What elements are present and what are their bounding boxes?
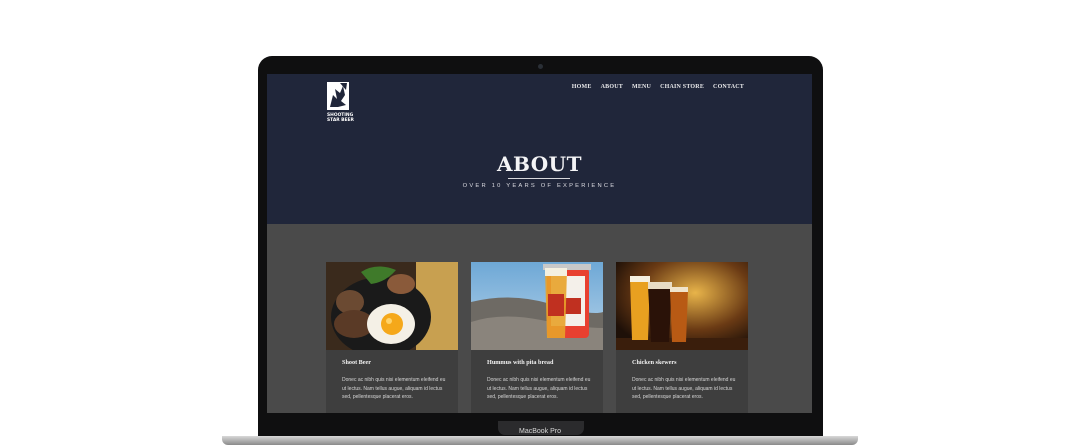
laptop-screen: SHOOTING STAR BEER HOME ABOUT MENU CHAIN… xyxy=(267,74,812,413)
main-nav: HOME ABOUT MENU CHAIN STORE CONTACT xyxy=(572,84,744,90)
laptop-frame: SHOOTING STAR BEER HOME ABOUT MENU CHAIN… xyxy=(258,56,823,436)
card-title: Shoot Beer xyxy=(342,359,372,366)
card-image-beer-can xyxy=(471,262,603,350)
card-title: Chicken skewers xyxy=(632,359,677,366)
device-label: MacBook Pro xyxy=(518,428,562,435)
nav-menu[interactable]: MENU xyxy=(632,84,651,90)
card-hummus-pita[interactable]: Hummus with pita bread Donec ac nibh qui… xyxy=(471,262,603,413)
card-image-beer-glasses xyxy=(616,262,748,350)
card-shoot-beer[interactable]: Shoot Beer Donec ac nibh quis nisi eleme… xyxy=(326,262,458,413)
nav-about[interactable]: ABOUT xyxy=(601,84,623,90)
page-title: ABOUT xyxy=(496,152,583,176)
nav-contact[interactable]: CONTACT xyxy=(713,84,744,90)
card-image-steak-egg xyxy=(326,262,458,350)
card-body: Donec ac nibh quis nisi elementum eleife… xyxy=(487,377,591,400)
card-title: Hummus with pita bread xyxy=(487,359,554,366)
card-chicken-skewers[interactable]: Chicken skewers Donec ac nibh quis nisi … xyxy=(616,262,748,413)
hero-section: SHOOTING STAR BEER HOME ABOUT MENU CHAIN… xyxy=(267,74,812,224)
page-subtitle: OVER 10 YEARS OF EXPERIENCE xyxy=(462,183,617,189)
laptop-base xyxy=(222,436,858,445)
nav-home[interactable]: HOME xyxy=(572,84,592,90)
nav-chain-store[interactable]: CHAIN STORE xyxy=(660,84,704,90)
camera-icon xyxy=(538,64,543,69)
title-divider xyxy=(508,178,570,179)
svg-text:STAR BEER: STAR BEER xyxy=(327,117,354,123)
shooting-star-beer-logo[interactable]: SHOOTING STAR BEER xyxy=(326,81,358,125)
card-body: Donec ac nibh quis nisi elementum eleife… xyxy=(632,377,736,400)
card-body: Donec ac nibh quis nisi elementum eleife… xyxy=(342,377,446,400)
